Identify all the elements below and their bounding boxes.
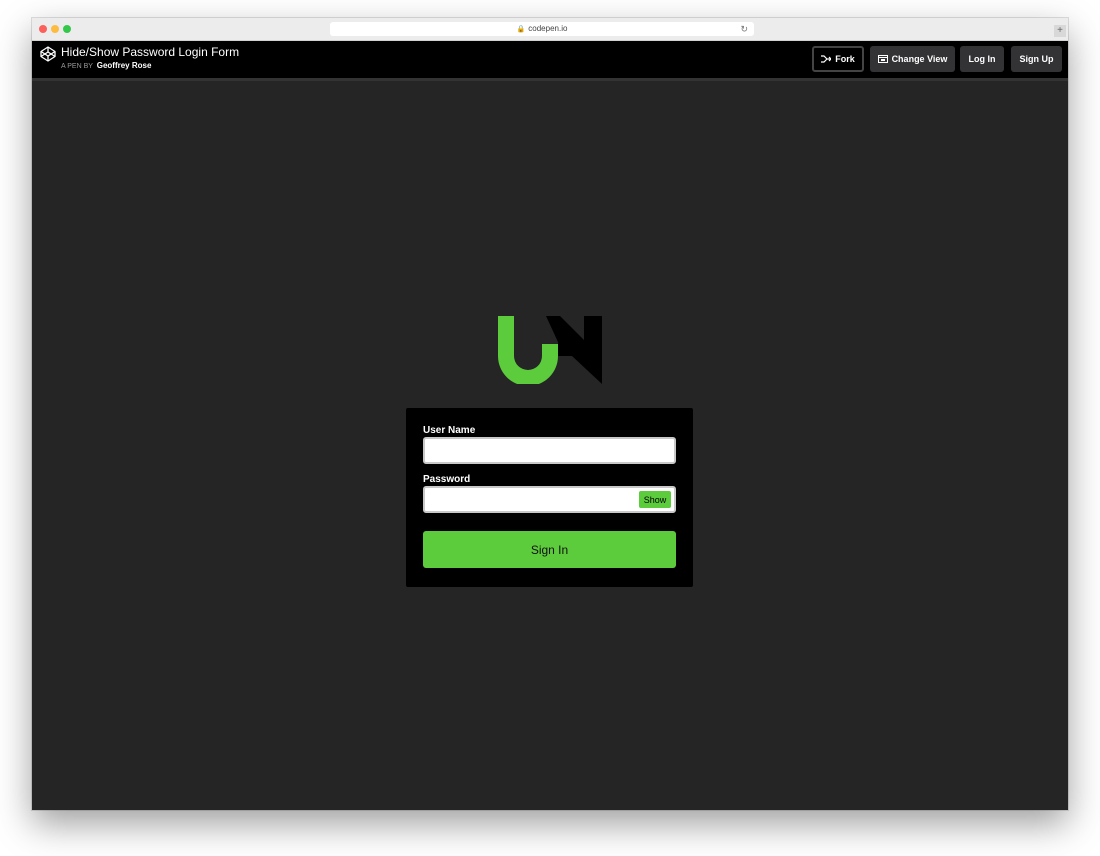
address-bar[interactable]: 🔒 codepen.io ↻ xyxy=(330,22,754,36)
codepen-icon[interactable] xyxy=(40,46,56,62)
close-window-button[interactable] xyxy=(39,25,47,33)
browser-toolbar: 🔒 codepen.io ↻ + xyxy=(32,18,1068,41)
author-link[interactable]: Geoffrey Rose xyxy=(97,61,152,70)
sign-in-button[interactable]: Sign In xyxy=(423,531,676,568)
show-password-button[interactable]: Show xyxy=(639,491,671,508)
zoom-window-button[interactable] xyxy=(63,25,71,33)
minimize-window-button[interactable] xyxy=(51,25,59,33)
pen-title: Hide/Show Password Login Form xyxy=(61,45,240,59)
fork-label: Fork xyxy=(835,54,855,64)
signup-label: Sign Up xyxy=(1019,54,1054,64)
change-view-label: Change View xyxy=(891,54,948,64)
password-input[interactable]: Show xyxy=(423,486,676,513)
new-tab-button[interactable]: + xyxy=(1054,25,1066,37)
byline-prefix: A PEN BY xyxy=(61,63,93,70)
browser-window: 🔒 codepen.io ↻ + Hide/Show Password Login… xyxy=(32,18,1068,810)
username-label: User Name xyxy=(423,425,476,436)
login-form: User Name Password Show Sign In xyxy=(406,408,693,587)
login-label: Log In xyxy=(968,54,996,64)
signup-button[interactable]: Sign Up xyxy=(1011,46,1062,72)
pen-byline: A PEN BY Geoffrey Rose xyxy=(61,61,151,70)
change-view-button[interactable]: Change View xyxy=(870,46,955,72)
password-label: Password xyxy=(423,474,471,485)
url-text: codepen.io xyxy=(528,24,568,33)
login-button[interactable]: Log In xyxy=(960,46,1004,72)
fork-icon xyxy=(821,55,832,63)
pen-header: Hide/Show Password Login Form A PEN BY G… xyxy=(32,41,1068,81)
fork-button[interactable]: Fork xyxy=(812,46,864,72)
un-logo xyxy=(498,316,602,384)
lock-icon: 🔒 xyxy=(516,26,526,33)
change-view-icon xyxy=(877,55,888,63)
username-input[interactable] xyxy=(423,437,676,464)
reload-icon[interactable]: ↻ xyxy=(740,22,748,36)
